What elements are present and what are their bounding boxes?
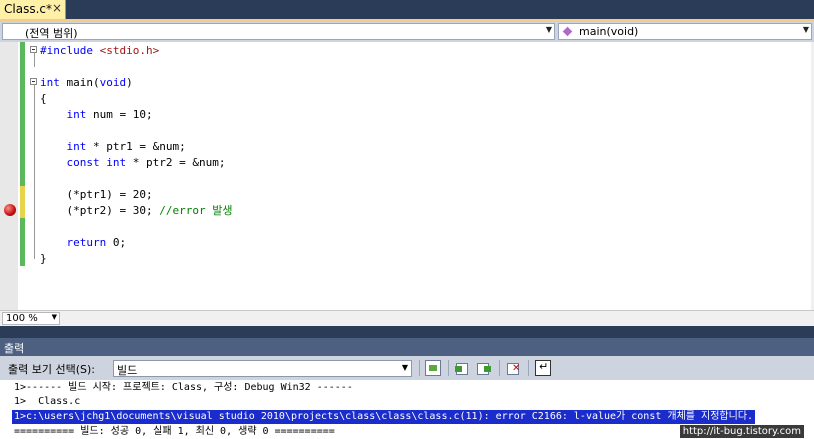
keyword-token: int [40, 76, 60, 89]
chevron-down-icon: ▼ [51, 313, 57, 321]
directive-token: #include [40, 44, 100, 57]
keyword-token: const [66, 156, 100, 169]
toolbar-separator [499, 360, 500, 376]
show-output-label: 출력 보기 선택(S): [8, 363, 95, 376]
member-value: main(void) [579, 25, 639, 38]
code-token: 0; [106, 236, 127, 249]
toolbar-separator [448, 360, 449, 376]
collapse-toggle[interactable] [30, 46, 37, 53]
watermark: http://it-bug.tistory.com [679, 425, 804, 438]
code-token: ) [126, 76, 133, 89]
output-line: 1> Class.c [14, 396, 81, 407]
method-icon [562, 26, 573, 37]
output-toolbar: 출력 보기 선택(S): 빌드 ▼ [0, 356, 814, 380]
breakpoint-icon[interactable] [4, 204, 16, 216]
tab-title: Class.c* [4, 2, 52, 16]
toolbar-separator [419, 360, 420, 376]
collapse-toggle[interactable] [30, 78, 37, 85]
output-panel-header: 출력 [0, 338, 814, 356]
panel-separator[interactable] [0, 326, 814, 338]
find-message-in-code-icon[interactable] [425, 360, 441, 376]
keyword-token: void [99, 76, 127, 89]
chevron-down-icon: ▼ [545, 25, 552, 34]
word-wrap-icon[interactable] [535, 360, 551, 376]
output-line: 1>------ 빌드 시작: 프로젝트: Class, 구성: Debug W… [14, 382, 353, 393]
code-token: (*ptr2) = 30; [40, 204, 160, 217]
outline-line [34, 85, 35, 259]
code-line[interactable]: int * ptr1 = &num; [40, 139, 186, 155]
outline-line [34, 53, 35, 67]
code-line[interactable]: const int * ptr2 = &num; [40, 155, 226, 171]
navigation-bar: (전역 범위) ▼ main(void) ▼ [0, 22, 814, 42]
comment-token: //error 발생 [159, 204, 233, 217]
code-token: } [40, 252, 47, 265]
saved-change-bar [20, 42, 25, 186]
code-token: (*ptr1) = 20; [40, 188, 153, 201]
unsaved-change-bar [20, 186, 25, 218]
code-token: { [40, 92, 47, 105]
keyword-token: int [106, 156, 127, 169]
keyword-token: int [66, 140, 87, 153]
output-line-selected[interactable]: 1>c:\users\jchg1\documents\visual studio… [12, 410, 756, 424]
code-line[interactable]: int main(void) [40, 75, 133, 91]
close-icon[interactable]: × [52, 1, 62, 15]
document-tab-strip: Class.c* × [0, 0, 814, 19]
next-message-icon[interactable] [476, 360, 492, 376]
clear-all-icon[interactable] [506, 360, 522, 376]
code-line[interactable]: return 0; [40, 235, 127, 251]
zoom-dropdown[interactable]: 100 % ▼ [2, 312, 60, 325]
code-line[interactable]: { [40, 91, 47, 107]
code-token: * ptr1 = &num; [86, 140, 186, 153]
scope-dropdown[interactable]: (전역 범위) ▼ [2, 23, 555, 40]
editor-status-strip: 100 % ▼ [0, 310, 814, 326]
code-token: * ptr2 = &num; [126, 156, 226, 169]
code-line[interactable]: #include <stdio.h> [40, 43, 159, 59]
code-token: num = 10; [86, 108, 153, 121]
string-token: <stdio.h> [99, 44, 160, 57]
keyword-token: int [66, 108, 87, 121]
keyword-token: return [66, 236, 107, 249]
code-line[interactable]: } [40, 251, 47, 267]
saved-change-bar [20, 218, 25, 266]
chevron-down-icon: ▼ [401, 363, 408, 372]
output-source-dropdown[interactable]: 빌드 ▼ [113, 360, 412, 377]
chevron-down-icon: ▼ [802, 25, 809, 34]
code-token: main( [59, 76, 100, 89]
code-line[interactable]: (*ptr1) = 20; [40, 187, 153, 203]
output-source-value: 빌드 [117, 364, 138, 377]
previous-message-icon[interactable] [455, 360, 471, 376]
output-line: ========== 빌드: 성공 0, 실패 1, 최신 0, 생략 0 ==… [14, 426, 335, 437]
code-editor[interactable]: #include <stdio.h> int main(void){ int nu… [0, 42, 814, 310]
output-panel-title: 출력 [4, 342, 25, 355]
code-line[interactable]: int num = 10; [40, 107, 153, 123]
scope-value: (전역 범위) [25, 27, 78, 40]
tab-class-c[interactable]: Class.c* × [0, 0, 66, 19]
indicator-margin[interactable] [0, 42, 18, 310]
member-dropdown[interactable]: main(void) ▼ [558, 23, 812, 40]
toolbar-separator [528, 360, 529, 376]
zoom-value: 100 % [6, 313, 38, 324]
code-line[interactable]: (*ptr2) = 30; //error 발생 [40, 203, 232, 219]
